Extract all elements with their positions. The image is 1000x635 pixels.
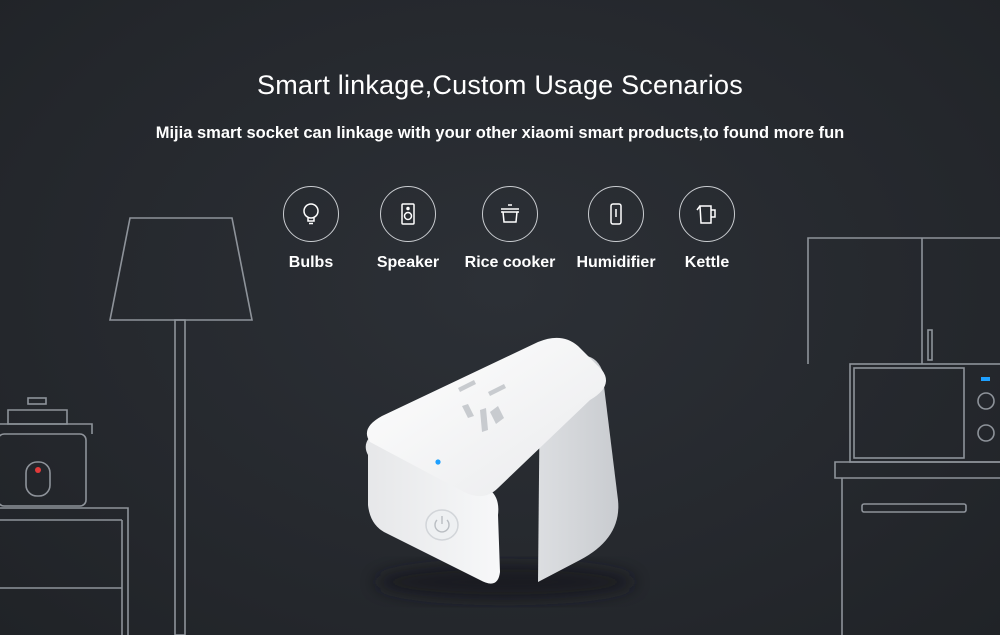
speaker-icon (401, 203, 415, 225)
device-label: Bulbs (288, 254, 334, 271)
device-icon-circle (482, 186, 538, 242)
rice-cooker-icon (501, 204, 519, 223)
banner: Smart linkage,Custom Usage Scenarios Mij… (0, 0, 1000, 635)
device-icon-row: Bulbs Speaker Rice cooker Humidifier Ket… (0, 186, 1000, 286)
device-label: Speaker (376, 254, 440, 271)
device-icon-circle (679, 186, 735, 242)
device-label: Rice cooker (464, 254, 556, 271)
kettle-icon (696, 205, 716, 224)
rice-cooker-indicator (35, 467, 41, 473)
microwave-illustration (849, 363, 1000, 463)
socket-power-button (425, 509, 459, 541)
device-item-kettle: Kettle (652, 186, 762, 272)
humidifier-icon (610, 203, 622, 225)
device-icon-circle (588, 186, 644, 242)
device-label: Kettle (684, 254, 730, 271)
socket-status-led (435, 459, 441, 465)
device-item-rice-cooker: Rice cooker (455, 186, 565, 272)
device-item-bulbs: Bulbs (256, 186, 366, 272)
device-icon-circle (283, 186, 339, 242)
device-item-speaker: Speaker (353, 186, 463, 272)
smart-socket-product-image (365, 337, 635, 600)
device-icon-circle (380, 186, 436, 242)
left-cabinet-illustration (0, 507, 129, 635)
microwave-indicator (981, 377, 990, 381)
bulb-icon (303, 203, 319, 225)
rice-cooker-illustration (0, 397, 93, 507)
page-title: Smart linkage,Custom Usage Scenarios (257, 70, 743, 100)
counter-illustration (834, 461, 1000, 635)
page-subtitle: Mijia smart socket can linkage with your… (155, 124, 845, 142)
